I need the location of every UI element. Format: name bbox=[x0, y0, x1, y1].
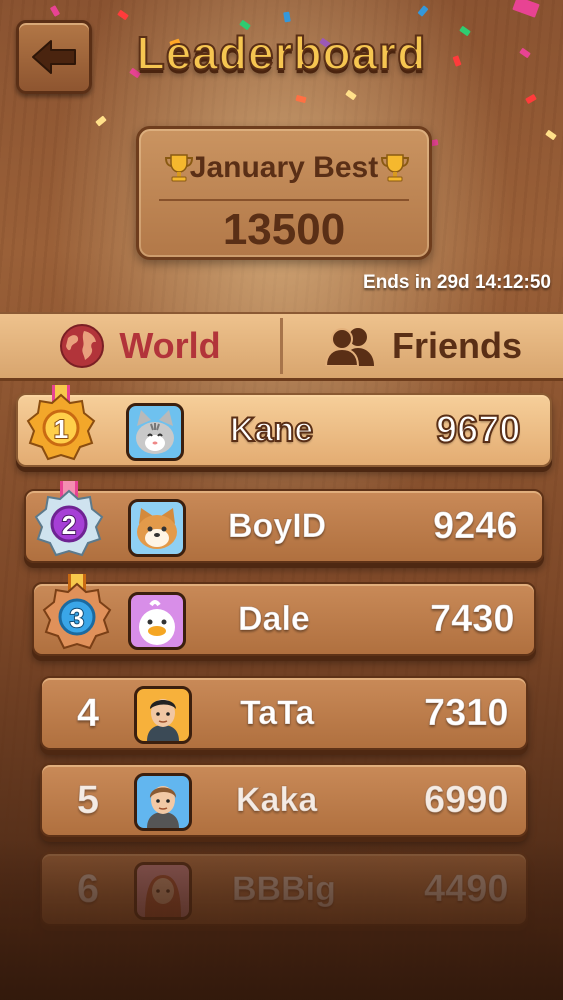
globe-icon bbox=[60, 324, 105, 368]
player-name: BoyID bbox=[227, 506, 327, 545]
gold-medal-icon: 1 bbox=[26, 385, 96, 461]
leaderboard-row[interactable]: 1 Kane 9670 bbox=[16, 385, 552, 467]
boy-avatar bbox=[134, 773, 192, 831]
bronze-medal-icon: 3 bbox=[42, 574, 112, 650]
page-title: Leaderboard bbox=[136, 26, 427, 80]
leaderboard-row[interactable]: 2 BoyID 9246 bbox=[24, 481, 544, 563]
leaderboard-row[interactable]: 3 Dale 7430 bbox=[32, 574, 536, 656]
player-name: Dale bbox=[238, 599, 311, 638]
rank-number: 2 bbox=[62, 510, 76, 540]
dog-avatar bbox=[128, 499, 186, 557]
player-score: 9670 bbox=[435, 408, 522, 452]
trophy-icon bbox=[380, 154, 410, 182]
friends-icon bbox=[324, 328, 374, 366]
tab-world[interactable]: World bbox=[0, 314, 280, 378]
best-score: 13500 bbox=[222, 205, 346, 254]
woman-avatar bbox=[134, 862, 192, 920]
player-name: TaTa bbox=[239, 693, 315, 732]
cat-avatar bbox=[126, 403, 184, 461]
player-score: 7310 bbox=[424, 691, 510, 734]
leaderboard-row[interactable]: 6 BBBig 4490 bbox=[40, 852, 528, 926]
player-score: 7430 bbox=[430, 597, 516, 640]
monthly-best-card: January Best 13500 bbox=[136, 126, 432, 260]
countdown-timer: Ends in 29d 14:12:50 bbox=[363, 272, 551, 293]
tab-friends[interactable]: Friends bbox=[283, 314, 563, 378]
rank-number: 4 bbox=[76, 690, 100, 735]
divider bbox=[159, 199, 409, 201]
rank-number: 6 bbox=[76, 866, 100, 911]
silver-medal-icon: 2 bbox=[34, 481, 104, 557]
player-score: 9246 bbox=[433, 504, 519, 547]
player-name: Kane bbox=[229, 410, 314, 450]
leaderboard-row[interactable]: 4 TaTa 7310 bbox=[40, 676, 528, 750]
rank-number: 5 bbox=[76, 777, 100, 822]
tab-label: World bbox=[119, 325, 221, 366]
leaderboard-tabs: World Friends bbox=[0, 312, 563, 381]
player-name: BBBig bbox=[232, 869, 337, 908]
leaderboard-row[interactable]: 5 Kaka 6990 bbox=[40, 763, 528, 837]
rank-number: 3 bbox=[70, 603, 84, 633]
duck-avatar bbox=[128, 592, 186, 650]
man-avatar bbox=[134, 686, 192, 744]
player-score: 6990 bbox=[424, 778, 510, 821]
tab-label: Friends bbox=[391, 325, 523, 366]
player-name: Kaka bbox=[235, 780, 318, 819]
player-score: 4490 bbox=[424, 867, 510, 910]
rank-number: 1 bbox=[54, 414, 68, 444]
